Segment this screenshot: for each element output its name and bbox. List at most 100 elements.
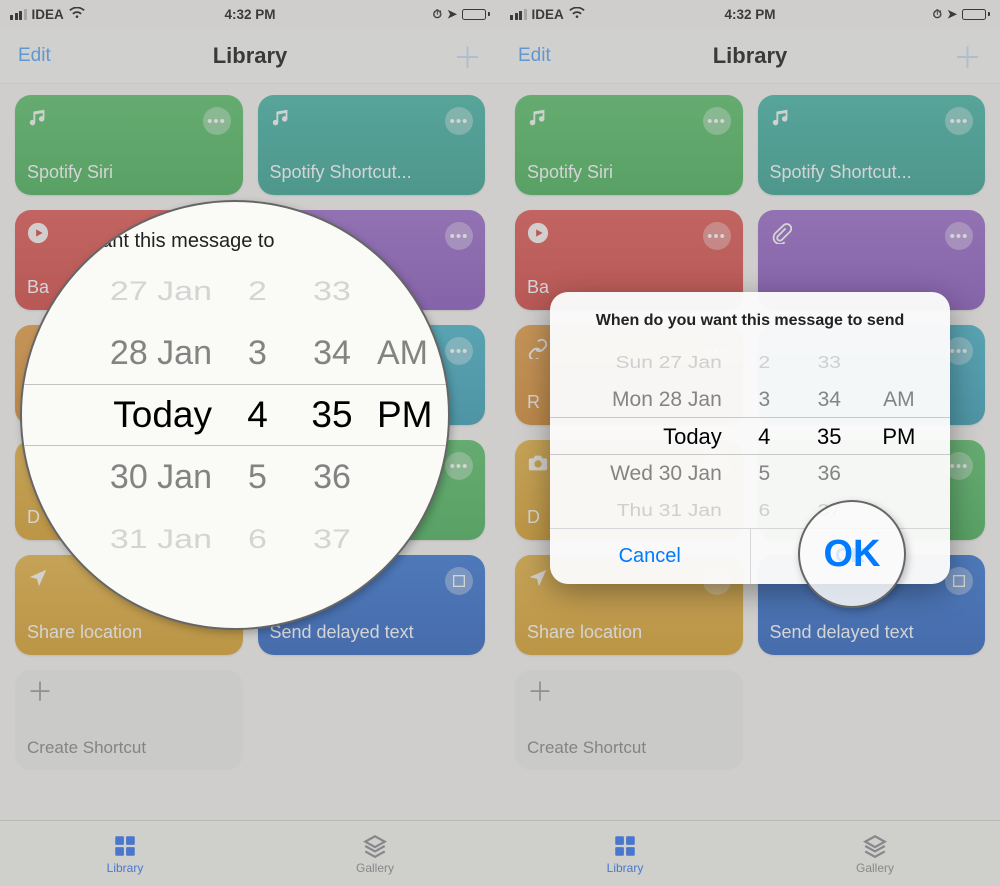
add-shortcut-button[interactable]: ＋ [953,35,982,77]
library-icon [112,833,138,859]
card-title: Spotify Siri [27,162,231,183]
picker-hour-column[interactable]: 2 3 4 5 6 [732,344,797,528]
mag-hour-selected: 4 [247,384,268,446]
page-title: Library [0,43,500,69]
page-title: Library [500,43,1000,69]
picker-min-opt: 34 [818,381,841,418]
picker-min-opt: 36 [818,455,841,492]
magnifier-ok: OK [798,500,906,608]
mag-date-opt: 28 Jan [110,322,212,384]
gallery-icon [362,833,388,859]
tab-library[interactable]: Library [500,821,750,886]
edit-button[interactable]: Edit [518,45,551,67]
add-shortcut-button[interactable]: ＋ [453,35,482,77]
signal-icon [10,9,27,20]
mag-ampm-opt: AM [377,322,428,384]
card-more-button[interactable]: ••• [203,107,231,135]
picker-date-selected: Today [663,418,722,455]
edit-button[interactable]: Edit [18,45,51,67]
mag-min-opt: 33 [313,266,351,316]
wifi-icon [69,7,85,22]
mag-date-opt: 30 Jan [110,446,212,508]
music-icon [770,107,792,134]
nav-bar: Edit Library ＋ [500,28,1000,84]
mag-min-opt: 37 [313,514,351,564]
create-shortcut-card[interactable]: ＋ Create Shortcut [15,670,243,770]
location-icon: ➤ [947,7,957,21]
card-more-button[interactable]: ••• [945,222,973,250]
card-title: Spotify Shortcut... [270,162,474,183]
nav-icon [527,567,549,594]
picker-min-opt: 33 [818,347,841,378]
picker-ampm-column[interactable]: AM PM [862,344,936,528]
picker-ampm-selected: PM [882,418,915,455]
shortcut-spotify-siri[interactable]: ••• Spotify Siri [515,95,743,195]
camera-icon [527,452,549,479]
battery-icon [462,9,490,20]
picker-date-column[interactable]: Sun 27 Jan Mon 28 Jan Today Wed 30 Jan T… [564,344,732,528]
card-title: Create Shortcut [527,738,731,758]
picker-hour-opt: 2 [758,347,770,378]
picker-date-opt: Mon 28 Jan [612,381,722,418]
mag-min-selected: 35 [311,384,352,446]
card-title: Send delayed text [770,622,974,643]
alarm-icon: ⏱ [433,7,442,22]
mag-hour-opt: 3 [248,322,267,384]
card-more-button[interactable]: ••• [703,222,731,250]
picker-min-selected: 35 [817,418,841,455]
picker-hour-opt: 6 [758,495,770,526]
shortcut-spotify-shortcut[interactable]: ••• Spotify Shortcut... [758,95,986,195]
cancel-button[interactable]: Cancel [550,529,751,584]
shortcut-spotify-siri[interactable]: ••• Spotify Siri [15,95,243,195]
tab-gallery[interactable]: Gallery [250,821,500,886]
card-more-button[interactable]: ••• [703,107,731,135]
signal-icon [510,9,527,20]
status-bar: IDEA 4:32 PM ⏱ ➤ [0,0,500,28]
datetime-picker[interactable]: Sun 27 Jan Mon 28 Jan Today Wed 30 Jan T… [550,344,950,528]
tab-bar: Library Gallery [500,820,1000,886]
picker-date-opt: Wed 30 Jan [610,455,722,492]
mag-date-opt: 31 Jan [110,514,212,564]
carrier-label: IDEA [532,7,564,22]
tab-gallery[interactable]: Gallery [750,821,1000,886]
mag-min-opt: 34 [313,322,351,384]
music-icon [270,107,292,134]
location-icon: ➤ [447,7,457,21]
card-more-button[interactable]: ••• [445,452,473,480]
card-more-button[interactable]: ••• [445,337,473,365]
plus-icon: ＋ [527,677,553,707]
picker-hour-opt: 3 [758,381,770,418]
card-title: Create Shortcut [27,738,231,758]
modal-title: When do you want this message to send [550,292,950,344]
mag-min-opt: 36 [313,446,351,508]
card-more-button[interactable]: ••• [445,222,473,250]
create-shortcut-card[interactable]: ＋ Create Shortcut [515,670,743,770]
attach-icon [770,222,792,249]
card-more-button[interactable] [445,567,473,595]
play-icon [527,222,549,249]
library-icon [612,833,638,859]
gallery-icon [862,833,888,859]
shortcut-spotify-shortcut[interactable]: ••• Spotify Shortcut... [258,95,486,195]
nav-bar: Edit Library ＋ [0,28,500,84]
status-bar: IDEA 4:32 PM ⏱ ➤ [500,0,1000,28]
carrier-label: IDEA [32,7,64,22]
card-more-button[interactable]: ••• [445,107,473,135]
battery-icon [962,9,990,20]
mag-date-selected: Today [113,384,212,446]
picker-hour-selected: 4 [758,418,770,455]
mag-ampm-selected: PM [377,384,433,446]
music-icon [527,107,549,134]
alarm-icon: ⏱ [933,7,942,22]
tab-library[interactable]: Library [0,821,250,886]
mag-hour-opt: 2 [248,266,267,316]
link-icon [527,337,549,364]
music-icon [27,107,49,134]
card-title: Share location [527,622,731,643]
mag-hour-opt: 6 [248,514,267,564]
magnifier-picker: u want this message to 27 Jan 28 Jan Tod… [20,200,450,630]
tab-label: Gallery [356,861,394,875]
card-more-button[interactable]: ••• [945,107,973,135]
picker-date-opt: Thu 31 Jan [617,495,722,526]
picker-hour-opt: 5 [758,455,770,492]
